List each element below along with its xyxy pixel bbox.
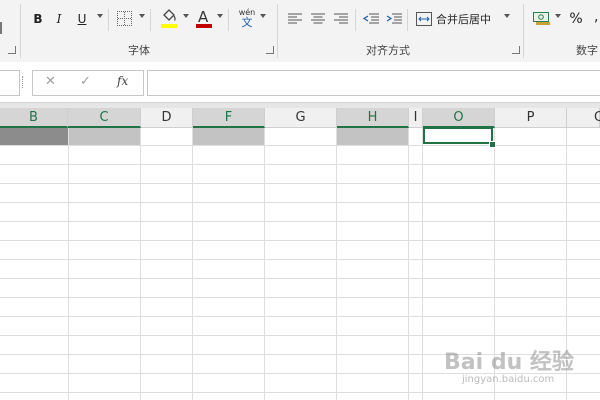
borders-icon-hline bbox=[118, 18, 131, 19]
font-color-dropdown-icon[interactable] bbox=[217, 14, 223, 18]
fill-color-button[interactable] bbox=[161, 9, 177, 29]
italic-button[interactable]: I bbox=[51, 9, 67, 29]
clipboard-launcher-icon[interactable] bbox=[8, 46, 16, 54]
column-header-p[interactable]: P bbox=[495, 108, 567, 128]
name-box[interactable] bbox=[0, 70, 20, 96]
grid-line bbox=[408, 128, 409, 400]
fill-handle[interactable] bbox=[489, 141, 496, 148]
baidu-watermark: Bai du 经验 jingyan.baidu.com bbox=[444, 340, 594, 396]
column-header-f[interactable]: F bbox=[193, 108, 265, 128]
increase-indent-icon[interactable] bbox=[386, 13, 402, 25]
column-header-o[interactable]: O bbox=[423, 108, 495, 128]
font-color-swatch bbox=[196, 24, 212, 28]
filled-cell-b1[interactable] bbox=[0, 128, 68, 145]
grid-line bbox=[0, 221, 600, 222]
grid-line bbox=[0, 335, 600, 336]
align-right-icon[interactable] bbox=[334, 13, 348, 25]
accounting-dropdown-icon[interactable] bbox=[555, 14, 561, 18]
align-center-icon[interactable] bbox=[311, 13, 325, 25]
alignment-group-label: 对齐方式 bbox=[366, 44, 410, 57]
ribbon-separator bbox=[228, 9, 229, 31]
merge-dropdown-icon[interactable] bbox=[504, 14, 510, 18]
grid-line bbox=[336, 128, 337, 400]
borders-dropdown-icon[interactable] bbox=[139, 14, 145, 18]
watermark-logo-text: Bai du 经验 bbox=[444, 350, 574, 375]
font-color-button[interactable]: A bbox=[196, 8, 212, 29]
filled-cell-h1[interactable] bbox=[337, 128, 408, 145]
formula-buttons: ✕ ✓ fx bbox=[32, 70, 144, 96]
grid-line bbox=[140, 128, 141, 400]
column-header-d[interactable]: D bbox=[141, 108, 193, 128]
ribbon-separator bbox=[150, 9, 151, 31]
grid-line bbox=[0, 202, 600, 203]
merge-center-icon bbox=[416, 12, 432, 26]
comma-style-button[interactable]: , bbox=[594, 9, 598, 25]
watermark-url: jingyan.baidu.com bbox=[462, 374, 555, 385]
ribbon: B I U A wén 文 字体 合并后居中 对齐方式 % , 数字 bbox=[0, 0, 600, 63]
borders-button[interactable] bbox=[117, 11, 132, 26]
column-header-q[interactable]: Q bbox=[567, 108, 600, 128]
enter-button[interactable]: ✓ bbox=[80, 74, 91, 89]
cancel-button[interactable]: ✕ bbox=[45, 74, 56, 89]
grid-line bbox=[0, 145, 600, 146]
ribbon-separator bbox=[523, 4, 524, 58]
phonetic-button[interactable]: wén 文 bbox=[238, 8, 256, 30]
grid-line bbox=[0, 316, 600, 317]
underline-button[interactable]: U bbox=[74, 9, 90, 29]
grid-line bbox=[0, 240, 600, 241]
underline-dropdown-icon[interactable] bbox=[97, 14, 103, 18]
grid-line bbox=[264, 128, 265, 400]
insert-function-button[interactable]: fx bbox=[117, 74, 128, 88]
phonetic-char: 文 bbox=[241, 16, 253, 29]
ribbon-separator bbox=[407, 9, 408, 31]
number-group-label: 数字 bbox=[576, 44, 598, 57]
percent-style-button[interactable]: % bbox=[568, 9, 584, 29]
align-left-icon[interactable] bbox=[288, 13, 302, 25]
ribbon-separator bbox=[277, 4, 278, 58]
ribbon-separator bbox=[20, 4, 21, 58]
grid-line bbox=[0, 278, 600, 279]
fill-color-swatch bbox=[161, 24, 177, 28]
column-header-g[interactable]: G bbox=[265, 108, 337, 128]
column-header-h[interactable]: H bbox=[337, 108, 409, 128]
accounting-format-icon[interactable] bbox=[533, 10, 551, 26]
grid-line bbox=[0, 183, 600, 184]
grid-line bbox=[192, 128, 193, 400]
active-cell-o1[interactable] bbox=[423, 127, 493, 144]
grid-line bbox=[422, 128, 423, 400]
filled-cell-f1[interactable] bbox=[193, 128, 264, 145]
merge-center-label: 合并后居中 bbox=[436, 13, 491, 26]
font-launcher-icon[interactable] bbox=[266, 46, 274, 54]
formula-input[interactable] bbox=[147, 70, 600, 96]
formula-bar-grip[interactable] bbox=[22, 76, 25, 88]
grid-line bbox=[0, 259, 600, 260]
font-group-label: 字体 bbox=[128, 44, 150, 57]
grid-line bbox=[0, 164, 600, 165]
clipped-group-edge bbox=[0, 22, 7, 34]
formula-bar: ✕ ✓ fx bbox=[0, 62, 600, 103]
filled-cell-c1[interactable] bbox=[69, 128, 140, 145]
alignment-launcher-icon[interactable] bbox=[512, 46, 520, 54]
ribbon-separator bbox=[108, 9, 109, 31]
bold-button[interactable]: B bbox=[30, 9, 46, 29]
phonetic-dropdown-icon[interactable] bbox=[260, 14, 266, 18]
column-header-i[interactable]: I bbox=[409, 108, 423, 128]
grid-line bbox=[68, 128, 69, 400]
column-header-c[interactable]: C bbox=[68, 108, 141, 128]
merge-center-button[interactable]: 合并后居中 bbox=[415, 9, 505, 29]
paint-bucket-icon bbox=[163, 9, 176, 21]
ribbon-separator bbox=[355, 9, 356, 31]
grid-line bbox=[0, 297, 600, 298]
fill-color-dropdown-icon[interactable] bbox=[183, 14, 189, 18]
column-header-b[interactable]: B bbox=[0, 108, 68, 128]
decrease-indent-icon[interactable] bbox=[363, 13, 379, 25]
